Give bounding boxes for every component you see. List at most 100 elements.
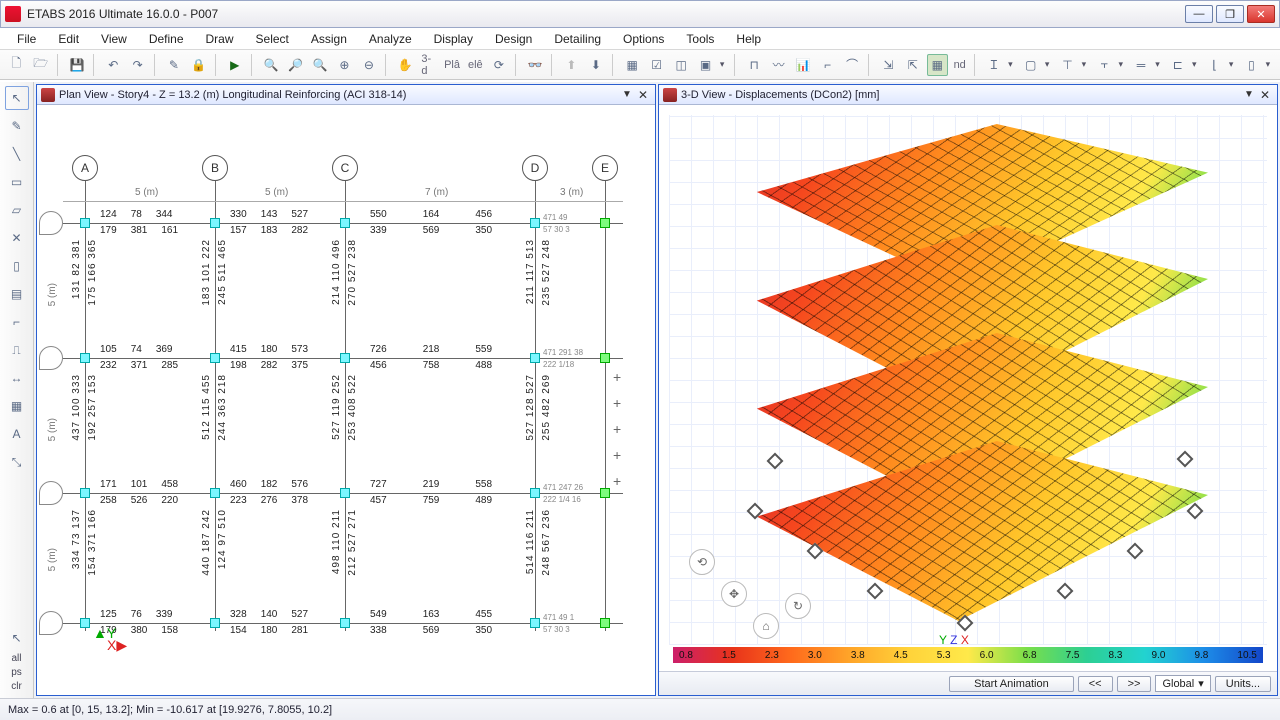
menu-design[interactable]: Design xyxy=(484,30,543,48)
box-icon[interactable]: ▢ xyxy=(1020,54,1040,76)
wall2-icon[interactable]: ⎍ xyxy=(5,338,29,362)
new-icon[interactable]: 🗋 xyxy=(6,54,26,76)
menu-tools[interactable]: Tools xyxy=(675,30,725,48)
zoom-window-icon[interactable]: 🔍 xyxy=(261,54,281,76)
menu-edit[interactable]: Edit xyxy=(47,30,90,48)
show-object-icon[interactable]: ▦ xyxy=(622,54,642,76)
ibeam-icon[interactable]: Ｉ xyxy=(984,54,1004,76)
view-3d-button[interactable]: 3-d xyxy=(419,53,438,77)
view-plan-button[interactable]: Plâ xyxy=(442,59,462,71)
menu-analyze[interactable]: Analyze xyxy=(358,30,423,48)
slab-icon[interactable]: ▤ xyxy=(5,282,29,306)
prev-button[interactable]: << xyxy=(1078,676,1113,692)
lock-icon[interactable]: 🔒 xyxy=(188,54,208,76)
up-story-icon[interactable]: ⬆ xyxy=(561,54,581,76)
wall-icon[interactable]: ⌐ xyxy=(5,310,29,334)
app-icon xyxy=(5,6,21,22)
text-icon[interactable]: A xyxy=(5,422,29,446)
moment-icon[interactable]: ⌐ xyxy=(817,54,837,76)
status-text: Max = 0.6 at [0, 15, 13.2]; Min = -10.61… xyxy=(8,704,332,716)
pan-icon[interactable]: ✋ xyxy=(395,54,415,76)
zoom-in-icon[interactable]: ⊕ xyxy=(334,54,354,76)
menu-display[interactable]: Display xyxy=(423,30,484,48)
down-story-icon[interactable]: ⬇ xyxy=(586,54,606,76)
plan-dropdown[interactable]: ▼ xyxy=(619,89,635,100)
frame-icon[interactable]: ⊓ xyxy=(744,54,764,76)
maximize-button[interactable]: ❐ xyxy=(1216,5,1244,23)
plan-view-pane: Plan View - Story4 - Z = 13.2 (m) Longit… xyxy=(36,84,656,696)
glasses-icon[interactable]: 👓 xyxy=(525,54,545,76)
page-icon[interactable]: ▯ xyxy=(5,254,29,278)
pan-button[interactable]: ✥ xyxy=(721,581,747,607)
angle-icon[interactable]: ⌊ xyxy=(1204,54,1224,76)
run-icon[interactable]: ▶ xyxy=(224,54,244,76)
zoom-extents-icon[interactable]: 🔎 xyxy=(285,54,305,76)
start-animation-button[interactable]: Start Animation xyxy=(949,676,1074,692)
redo-icon[interactable]: ↷ xyxy=(127,54,147,76)
plan-close[interactable]: ✕ xyxy=(635,88,651,102)
line-icon[interactable]: ╲ xyxy=(5,142,29,166)
open-icon[interactable]: 🗁 xyxy=(30,54,50,76)
rect-icon[interactable]: ▭ xyxy=(5,170,29,194)
minimize-button[interactable]: — xyxy=(1185,5,1213,23)
rotate-button[interactable]: ↻ xyxy=(785,593,811,619)
menu-options[interactable]: Options xyxy=(612,30,675,48)
view-ele-button[interactable]: elê xyxy=(466,59,485,71)
3d-dropdown[interactable]: ▼ xyxy=(1241,89,1257,100)
check-icon[interactable]: ☑ xyxy=(646,54,666,76)
pointer2-icon[interactable]: ↖ xyxy=(5,626,29,650)
menu-view[interactable]: View xyxy=(90,30,138,48)
vdim-3: 5 (m) xyxy=(47,548,58,571)
equals-icon[interactable]: ═ xyxy=(1131,54,1151,76)
menu-help[interactable]: Help xyxy=(725,30,772,48)
dim-icon[interactable]: ↔ xyxy=(5,366,29,390)
channel-icon[interactable]: ⊏ xyxy=(1168,54,1188,76)
dim-4: 3 (m) xyxy=(560,187,583,198)
3d-close[interactable]: ✕ xyxy=(1257,88,1273,102)
menu-file[interactable]: File xyxy=(6,30,47,48)
brace-icon[interactable]: ✕ xyxy=(5,226,29,250)
tee1-icon[interactable]: ⊤ xyxy=(1057,54,1077,76)
menu-draw[interactable]: Draw xyxy=(195,30,245,48)
assign3-icon[interactable]: ▦ xyxy=(927,54,947,76)
section2-icon[interactable]: ▯ xyxy=(1241,54,1261,76)
zoom-prev-icon[interactable]: 🔍 xyxy=(310,54,330,76)
wand-icon[interactable]: ✎ xyxy=(5,114,29,138)
next-button[interactable]: >> xyxy=(1117,676,1152,692)
hatch-icon[interactable]: ▦ xyxy=(5,394,29,418)
area-icon[interactable]: ▱ xyxy=(5,198,29,222)
section-icon[interactable]: ▣ xyxy=(695,54,715,76)
menu-assign[interactable]: Assign xyxy=(300,30,358,48)
units-button[interactable]: Units... xyxy=(1215,676,1271,692)
side-clr[interactable]: clr xyxy=(5,681,29,692)
chart-icon[interactable]: ◫ xyxy=(671,54,691,76)
3d-canvas[interactable]: ⟲ ✥ ⌂ ↻ Y Z X 0.81.52.3 3.03.84.5 5.36.0… xyxy=(659,105,1277,695)
orbit-button[interactable]: ⟲ xyxy=(689,549,715,575)
menu-define[interactable]: Define xyxy=(138,30,195,48)
tool-icon[interactable]: ⤡ xyxy=(5,450,29,474)
wave-icon[interactable]: 〰 xyxy=(768,54,788,76)
pencil-icon[interactable]: ✎ xyxy=(164,54,184,76)
undo-icon[interactable]: ↶ xyxy=(103,54,123,76)
row-bubble-1 xyxy=(39,211,63,235)
home-button[interactable]: ⌂ xyxy=(753,613,779,639)
plan-canvas[interactable]: A B C D E 5 (m) 5 (m) 7 (m) 3 (m) xyxy=(37,105,655,695)
rotate-icon[interactable]: ⟳ xyxy=(489,54,509,76)
tee2-icon[interactable]: ⫟ xyxy=(1094,54,1114,76)
nd-button[interactable]: nd xyxy=(952,59,968,71)
pane-icon xyxy=(41,88,55,102)
close-button[interactable]: ✕ xyxy=(1247,5,1275,23)
deform-icon[interactable]: ⌒ xyxy=(842,54,862,76)
grid-b: B xyxy=(202,155,228,181)
zoom-out-icon[interactable]: ⊖ xyxy=(359,54,379,76)
bars-icon[interactable]: 📊 xyxy=(793,54,813,76)
menu-detail[interactable]: Detailing xyxy=(543,30,612,48)
side-ps[interactable]: ps xyxy=(5,667,29,678)
pointer-icon[interactable]: ↖ xyxy=(5,86,29,110)
assign2-icon[interactable]: ⇱ xyxy=(903,54,923,76)
coord-select[interactable]: Global▾ xyxy=(1155,675,1210,692)
menu-select[interactable]: Select xyxy=(245,30,300,48)
side-all[interactable]: all xyxy=(5,653,29,664)
save-icon[interactable]: 💾 xyxy=(67,54,87,76)
assign1-icon[interactable]: ⇲ xyxy=(878,54,898,76)
